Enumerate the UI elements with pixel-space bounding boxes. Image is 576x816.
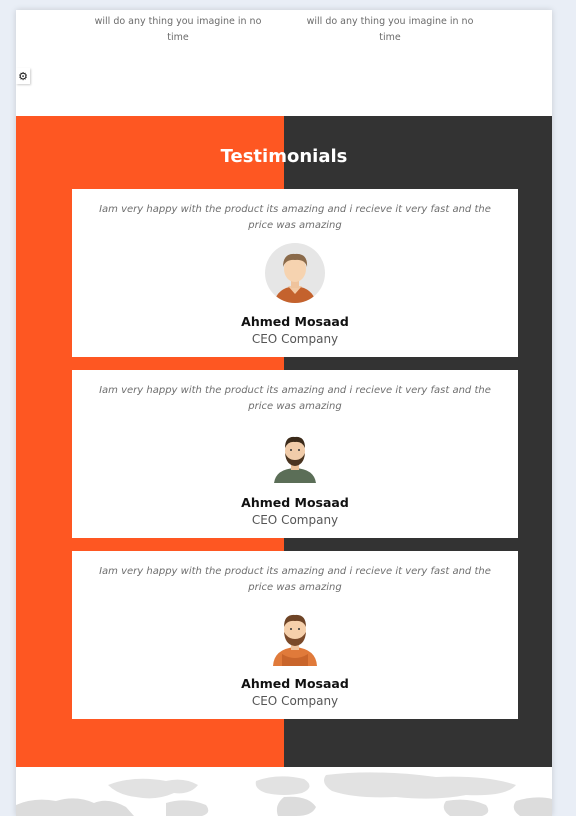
testimonial-quote: Iam very happy with the product its amaz… (99, 566, 491, 593)
gear-icon[interactable]: ⚙ (16, 68, 30, 84)
world-map-section (16, 767, 552, 816)
page: will do any thing you imagine in no time… (16, 10, 552, 816)
testimonial-role: CEO Company (251, 513, 339, 527)
world-map-image (16, 772, 552, 816)
man-avatar-icon (264, 242, 326, 304)
testimonial-name: Ahmed Mosaad (241, 495, 349, 510)
testimonial-name: Ahmed Mosaad (241, 676, 349, 691)
service-description: will do any thing you imagine in no time (306, 16, 474, 43)
service-description: will do any thing you imagine in no time (94, 16, 262, 43)
services-section: will do any thing you imagine in no time… (16, 10, 552, 116)
testimonial-role: CEO Company (251, 332, 339, 346)
section-title: Testimonials (220, 146, 348, 167)
testimonial-card: Iam very happy with the product its amaz… (72, 370, 518, 538)
testimonial-quote: Iam very happy with the product its amaz… (99, 385, 491, 412)
testimonial-card: Iam very happy with the product its amaz… (72, 551, 518, 719)
testimonial-card: Iam very happy with the product its amaz… (72, 189, 518, 357)
testimonials-section: Testimonials Iam very happy with the pro… (16, 116, 552, 767)
testimonial-quote: Iam very happy with the product its amaz… (99, 204, 491, 231)
bearded-man-avatar-icon (264, 423, 326, 485)
testimonial-role: CEO Company (251, 694, 339, 708)
bearded-hoodie-avatar-icon (264, 604, 326, 666)
testimonial-name: Ahmed Mosaad (241, 314, 349, 329)
